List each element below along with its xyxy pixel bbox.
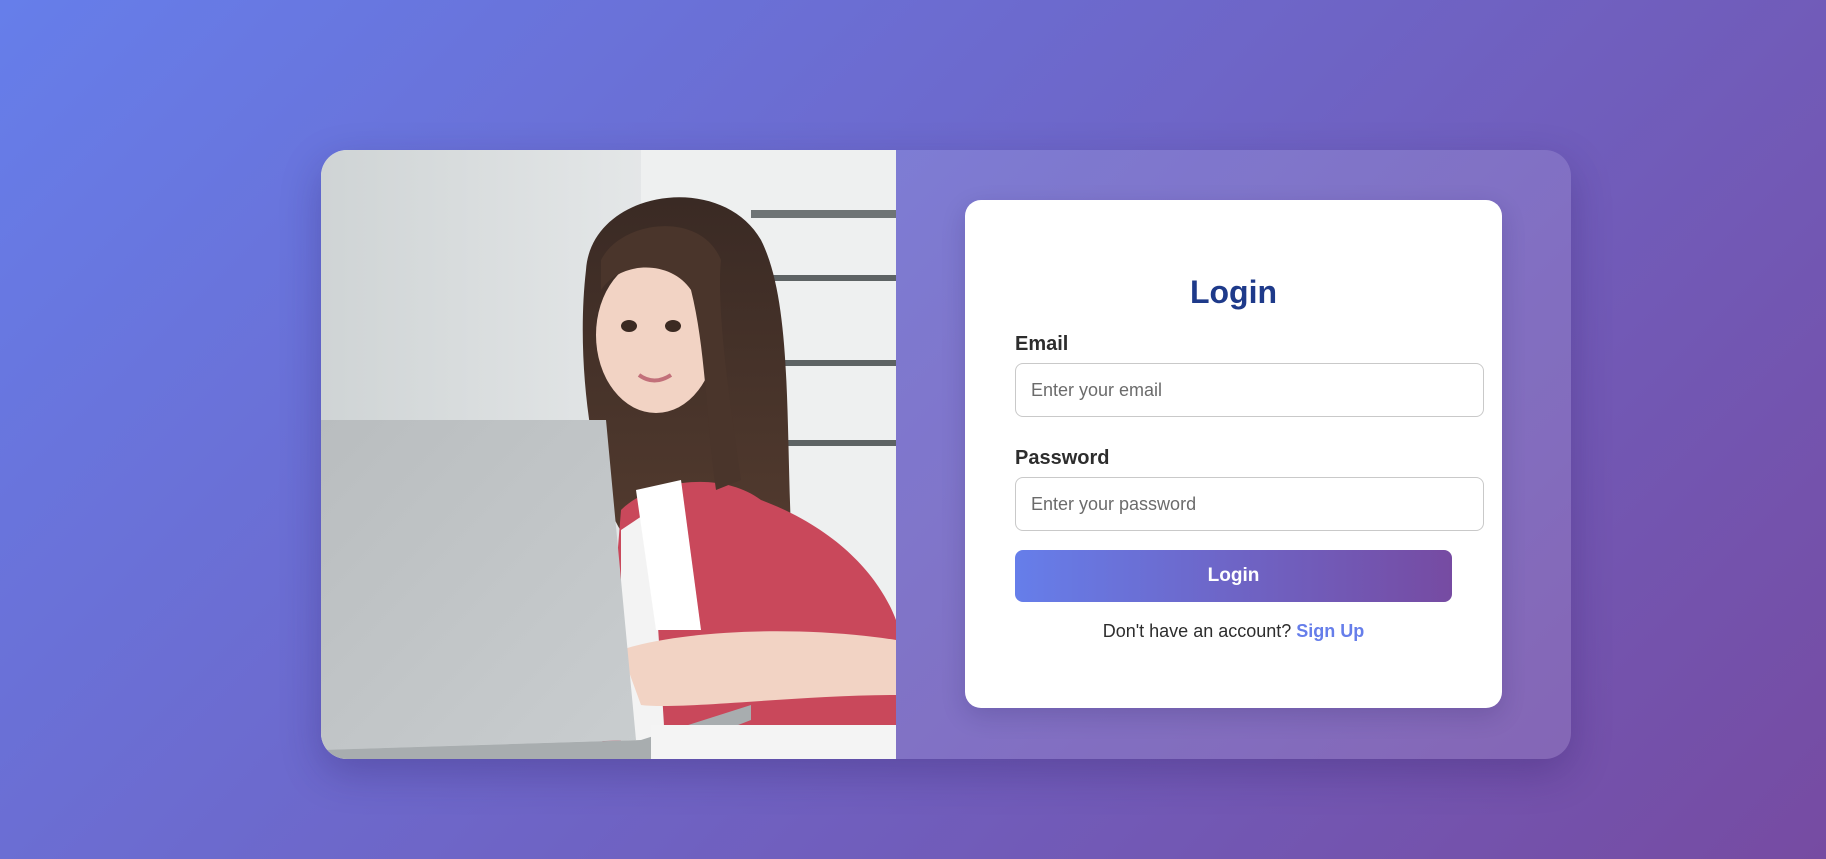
password-input[interactable] (1015, 477, 1484, 531)
signup-link[interactable]: Sign Up (1296, 621, 1364, 641)
girl-with-laptop-illustration (321, 150, 896, 759)
login-button[interactable]: Login (1015, 550, 1452, 602)
email-label: Email (1015, 333, 1069, 355)
signup-row: Don't have an account? Sign Up (965, 621, 1502, 642)
login-container: Login Email Password Login Don't have an… (321, 150, 1571, 759)
password-label: Password (1015, 447, 1110, 469)
login-card: Login Email Password Login Don't have an… (965, 200, 1502, 708)
hero-photo (321, 150, 896, 759)
form-panel: Login Email Password Login Don't have an… (896, 150, 1571, 759)
email-input[interactable] (1015, 363, 1484, 417)
login-title: Login (1189, 274, 1278, 310)
signup-prompt: Don't have an account? (1102, 621, 1292, 641)
